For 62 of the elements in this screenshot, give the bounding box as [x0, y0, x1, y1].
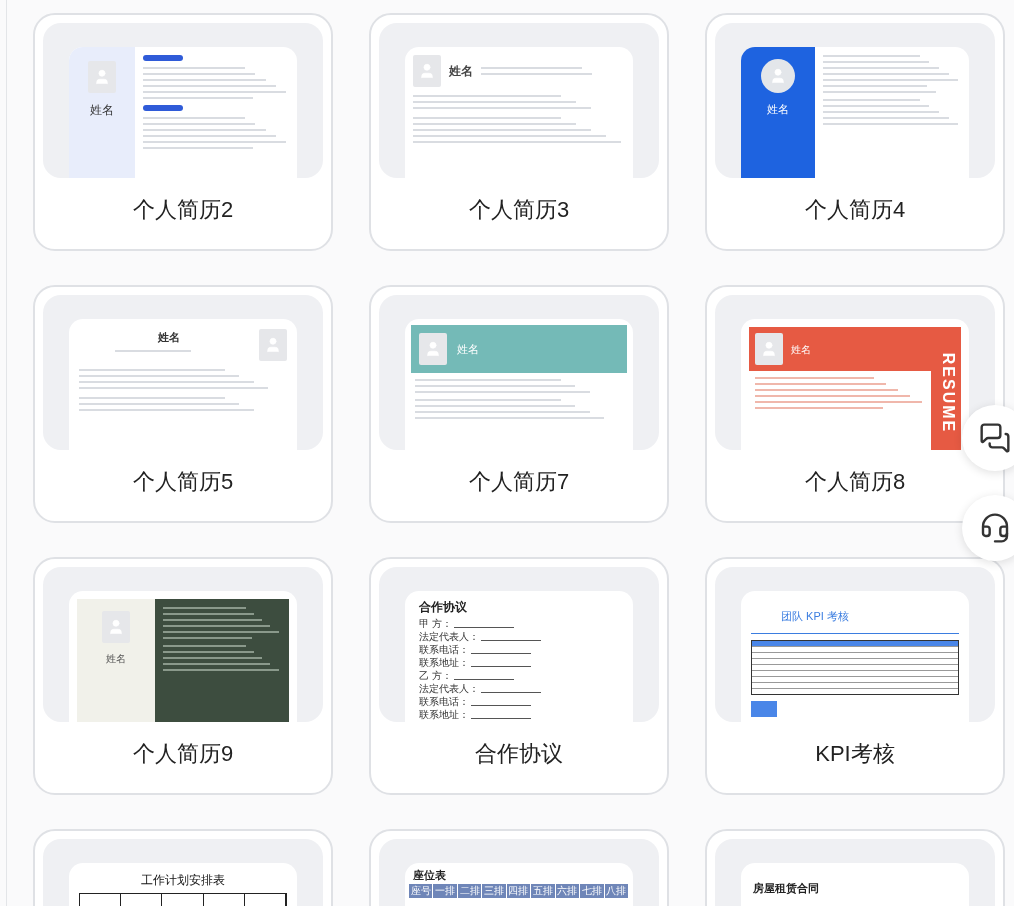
table-header-cell: 四排	[506, 884, 532, 898]
preview-heading: 姓名	[90, 102, 114, 119]
preview-heading: 姓名	[767, 102, 789, 117]
template-card[interactable]: 团队 KPI 考核 KPI考核	[705, 557, 1005, 795]
preview-heading: 姓名	[449, 63, 473, 80]
preview-heading: 姓名	[791, 342, 811, 357]
table-header-cell: 七排	[580, 884, 605, 898]
template-card[interactable]: 工作计划安排表	[33, 829, 333, 906]
template-card[interactable]: 房屋租赁合同	[705, 829, 1005, 906]
table-header-cell: 三排	[482, 884, 507, 898]
avatar-placeholder	[413, 55, 441, 87]
support-button[interactable]	[962, 495, 1014, 561]
table-header-cell: 八排	[604, 884, 629, 898]
template-title: 个人简历4	[804, 196, 906, 224]
table-header-cell: 二排	[457, 884, 483, 898]
template-card[interactable]: 姓名 个人简历4	[705, 13, 1005, 251]
avatar-placeholder	[755, 333, 783, 365]
template-card[interactable]: 姓名 RESUME 个人简历8	[705, 285, 1005, 523]
template-title: 个人简历9	[132, 740, 234, 768]
template-title: 个人简历5	[132, 468, 234, 496]
avatar-placeholder	[761, 59, 795, 93]
preview-label: 联系地址：	[419, 708, 469, 721]
preview-heading: 座位表	[413, 868, 446, 882]
avatar-placeholder	[419, 333, 447, 365]
chat-bubbles-icon	[979, 422, 1011, 454]
preview-heading: 姓名	[457, 341, 479, 357]
template-card[interactable]: 合作协议 甲 方： 法定代表人： 联系电话： 联系地址： 乙 方： 法定代表人： 联系电话： 联系地址： 合作协议	[369, 557, 669, 795]
preview-label: 法定代表人：	[419, 630, 479, 643]
preview-heading: 合作协议	[419, 599, 468, 615]
preview-label: 联系地址：	[419, 656, 469, 669]
preview-label: 联系电话：	[419, 643, 469, 656]
template-card[interactable]: 姓名 个人简历2	[33, 13, 333, 251]
template-card[interactable]: 姓名 个人简历3	[369, 13, 669, 251]
preview-heading: 房屋租赁合同	[753, 882, 819, 894]
table-label-block	[751, 701, 777, 717]
preview-heading: 团队 KPI 考核	[781, 610, 849, 622]
avatar-placeholder	[102, 611, 130, 643]
table-header-cell: 座号	[409, 884, 434, 898]
template-card[interactable]: 姓名 个人简历9	[33, 557, 333, 795]
template-title: 个人简历7	[468, 468, 570, 496]
template-title: 个人简历8	[804, 468, 906, 496]
headset-icon	[979, 512, 1011, 544]
template-title: KPI考核	[815, 740, 895, 768]
avatar-placeholder	[259, 329, 287, 361]
template-title: 合作协议	[475, 740, 563, 768]
template-card[interactable]: 姓名 个人简历5	[33, 285, 333, 523]
preview-side-text: RESUME	[939, 352, 958, 433]
template-title: 个人简历2	[132, 196, 234, 224]
preview-label: 联系电话：	[419, 695, 469, 708]
preview-heading: 姓名	[158, 330, 180, 345]
preview-label: 甲 方：	[419, 617, 452, 630]
table-header-cell: 一排	[433, 884, 458, 898]
preview-label: 法定代表人：	[419, 682, 479, 695]
preview-heading: 工作计划安排表	[141, 872, 225, 889]
template-card[interactable]: 座位表 座号 一排 二排 三排 四排 五排 六排 七排 八排	[369, 829, 669, 906]
preview-label: 乙 方：	[419, 669, 452, 682]
table-header-cell: 六排	[555, 884, 581, 898]
template-title: 个人简历3	[468, 196, 570, 224]
template-card[interactable]: 姓名 个人简历7	[369, 285, 669, 523]
preview-heading: 姓名	[106, 652, 126, 666]
table-header-cell: 五排	[531, 884, 556, 898]
avatar-placeholder	[88, 61, 116, 93]
